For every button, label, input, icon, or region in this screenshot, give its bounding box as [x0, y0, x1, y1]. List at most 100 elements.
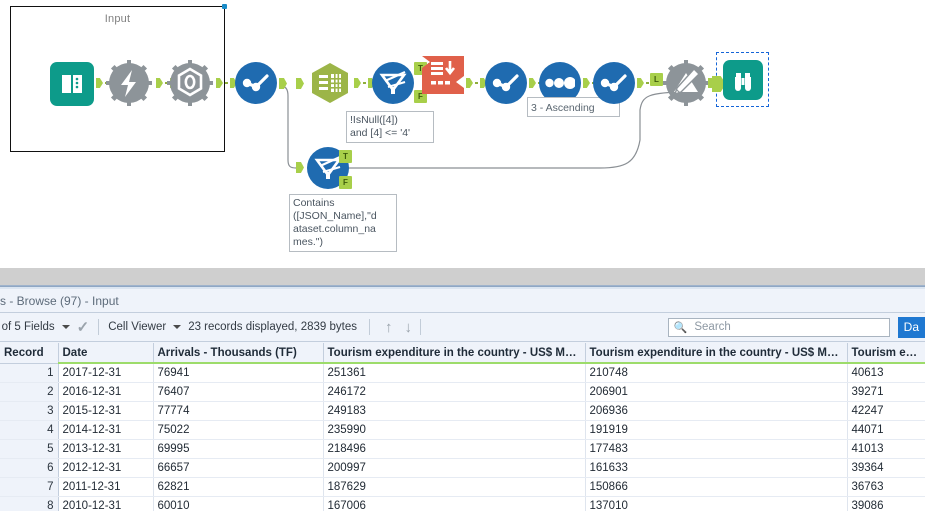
table-row[interactable]: 8 2010-12-31 60010 167006 137010 39086: [0, 496, 925, 511]
cell-arrivals[interactable]: 60010: [153, 496, 323, 511]
check-icon[interactable]: ✓: [77, 318, 90, 336]
tool-text-input[interactable]: [50, 62, 94, 106]
data-button[interactable]: Da: [898, 317, 925, 338]
tool-cross-tab[interactable]: [420, 50, 468, 105]
cell-date[interactable]: 2010-12-31: [58, 496, 153, 511]
cell-expenditure-3[interactable]: 39364: [847, 458, 925, 477]
cell-expenditure-1[interactable]: 251361: [323, 363, 585, 382]
cell-date[interactable]: 2013-12-31: [58, 439, 153, 458]
record-count-label: 23 records displayed, 2839 bytes: [188, 321, 357, 333]
results-pane: s - Browse (97) - Input 5 of 5 Fields ✓ …: [0, 289, 925, 511]
connector-anchor[interactable]: [637, 78, 649, 88]
table-row[interactable]: 5 2013-12-31 69995 218496 177483 41013: [0, 439, 925, 458]
cell-arrivals[interactable]: 75022: [153, 420, 323, 439]
cell-expenditure-2[interactable]: 210748: [585, 363, 847, 382]
cell-expenditure-3[interactable]: 42247: [847, 401, 925, 420]
cell-expenditure-1[interactable]: 249183: [323, 401, 585, 420]
tool-select-1[interactable]: [235, 62, 277, 104]
search-box[interactable]: 🔍: [668, 318, 890, 337]
cell-expenditure-1[interactable]: 200997: [323, 458, 585, 477]
cell-date[interactable]: 2017-12-31: [58, 363, 153, 382]
port-left-input[interactable]: L: [650, 73, 663, 86]
port-true[interactable]: T: [339, 150, 352, 163]
cell-expenditure-2[interactable]: 206936: [585, 401, 847, 420]
scroll-up-button[interactable]: ↑: [379, 319, 399, 336]
output-anchor[interactable]: [279, 78, 287, 89]
fields-label: 5 of 5 Fields: [0, 321, 55, 333]
table-row[interactable]: 7 2011-12-31 62821 187629 150866 36763: [0, 477, 925, 496]
cell-expenditure-2[interactable]: 177483: [585, 439, 847, 458]
cell-expenditure-2[interactable]: 161633: [585, 458, 847, 477]
cell-viewer-selector[interactable]: Cell Viewer: [108, 321, 188, 333]
cell-record: 3: [0, 401, 58, 420]
cell-date[interactable]: 2014-12-31: [58, 420, 153, 439]
cell-date[interactable]: 2011-12-31: [58, 477, 153, 496]
tool-macro-base64[interactable]: [167, 60, 213, 106]
cell-arrivals[interactable]: 77774: [153, 401, 323, 420]
column-header-expenditure-1[interactable]: Tourism expenditure in the country - US$…: [323, 343, 585, 363]
tool-join-macro[interactable]: [663, 60, 709, 106]
column-header-record[interactable]: Record: [0, 343, 58, 363]
cell-expenditure-3[interactable]: 39086: [847, 496, 925, 511]
chevron-down-icon[interactable]: [173, 325, 181, 329]
cell-expenditure-3[interactable]: 40613: [847, 363, 925, 382]
cell-expenditure-1[interactable]: 167006: [323, 496, 585, 511]
cell-date[interactable]: 2016-12-31: [58, 382, 153, 401]
column-header-date[interactable]: Date: [58, 343, 153, 363]
select-icon: [485, 62, 527, 104]
toolbar-divider: [98, 319, 99, 335]
book-icon: [50, 62, 94, 106]
canvas-horizontal-scrollbar[interactable]: [0, 268, 925, 286]
scroll-down-button[interactable]: ↓: [398, 319, 418, 336]
results-toolbar: 5 of 5 Fields ✓ Cell Viewer 23 records d…: [0, 313, 925, 342]
connector-anchor[interactable]: [216, 78, 237, 88]
column-header-expenditure-2[interactable]: Tourism expenditure in the country - US$…: [585, 343, 847, 363]
table-row[interactable]: 6 2012-12-31 66657 200997 161633 39364: [0, 458, 925, 477]
cell-expenditure-2[interactable]: 137010: [585, 496, 847, 511]
tool-json-parse[interactable]: [308, 61, 352, 110]
input-anchor[interactable]: [296, 78, 304, 89]
tool-select-3[interactable]: [593, 62, 635, 104]
cell-record: 8: [0, 496, 58, 511]
cell-arrivals[interactable]: 69995: [153, 439, 323, 458]
search-input[interactable]: [692, 320, 883, 334]
cell-arrivals[interactable]: 66657: [153, 458, 323, 477]
cell-expenditure-2[interactable]: 150866: [585, 477, 847, 496]
cell-expenditure-2[interactable]: 191919: [585, 420, 847, 439]
cell-arrivals[interactable]: 76941: [153, 363, 323, 382]
cell-expenditure-3[interactable]: 39271: [847, 382, 925, 401]
cell-arrivals[interactable]: 62821: [153, 477, 323, 496]
cell-expenditure-2[interactable]: 206901: [585, 382, 847, 401]
column-header-arrivals[interactable]: Arrivals - Thousands (TF): [153, 343, 323, 363]
cell-expenditure-1[interactable]: 235990: [323, 420, 585, 439]
table-row[interactable]: 4 2014-12-31 75022 235990 191919 44071: [0, 420, 925, 439]
port-false[interactable]: F: [339, 176, 352, 189]
tool-filter-1[interactable]: [372, 62, 414, 104]
cell-expenditure-3[interactable]: 41013: [847, 439, 925, 458]
cell-expenditure-3[interactable]: 44071: [847, 420, 925, 439]
toolbar-divider: [369, 319, 370, 335]
cell-expenditure-1[interactable]: 187629: [323, 477, 585, 496]
results-grid[interactable]: Record Date Arrivals - Thousands (TF) To…: [0, 343, 925, 511]
table-row[interactable]: 2 2016-12-31 76407 246172 206901 39271: [0, 382, 925, 401]
cell-expenditure-1[interactable]: 218496: [323, 439, 585, 458]
input-anchor[interactable]: [296, 162, 304, 173]
workflow-canvas[interactable]: Input: [0, 0, 925, 268]
tool-select-2[interactable]: [485, 62, 527, 104]
cell-arrivals[interactable]: 76407: [153, 382, 323, 401]
chevron-down-icon[interactable]: [62, 325, 70, 329]
tool-browse[interactable]: [723, 60, 763, 100]
connector-anchor[interactable]: [466, 78, 487, 88]
table-header-row: Record Date Arrivals - Thousands (TF) To…: [0, 343, 925, 363]
cell-date[interactable]: 2015-12-31: [58, 401, 153, 420]
cell-date[interactable]: 2012-12-31: [58, 458, 153, 477]
container-pin[interactable]: [222, 4, 227, 9]
fields-selector[interactable]: 5 of 5 Fields ✓: [0, 318, 89, 336]
tool-macro-download[interactable]: [106, 60, 152, 106]
column-header-expenditure-3[interactable]: Tourism expe: [847, 343, 925, 363]
cell-expenditure-3[interactable]: 36763: [847, 477, 925, 496]
table-row[interactable]: 3 2015-12-31 77774 249183 206936 42247: [0, 401, 925, 420]
cell-expenditure-1[interactable]: 246172: [323, 382, 585, 401]
json-parse-icon: [308, 61, 352, 110]
table-row[interactable]: 1 2017-12-31 76941 251361 210748 40613: [0, 363, 925, 382]
